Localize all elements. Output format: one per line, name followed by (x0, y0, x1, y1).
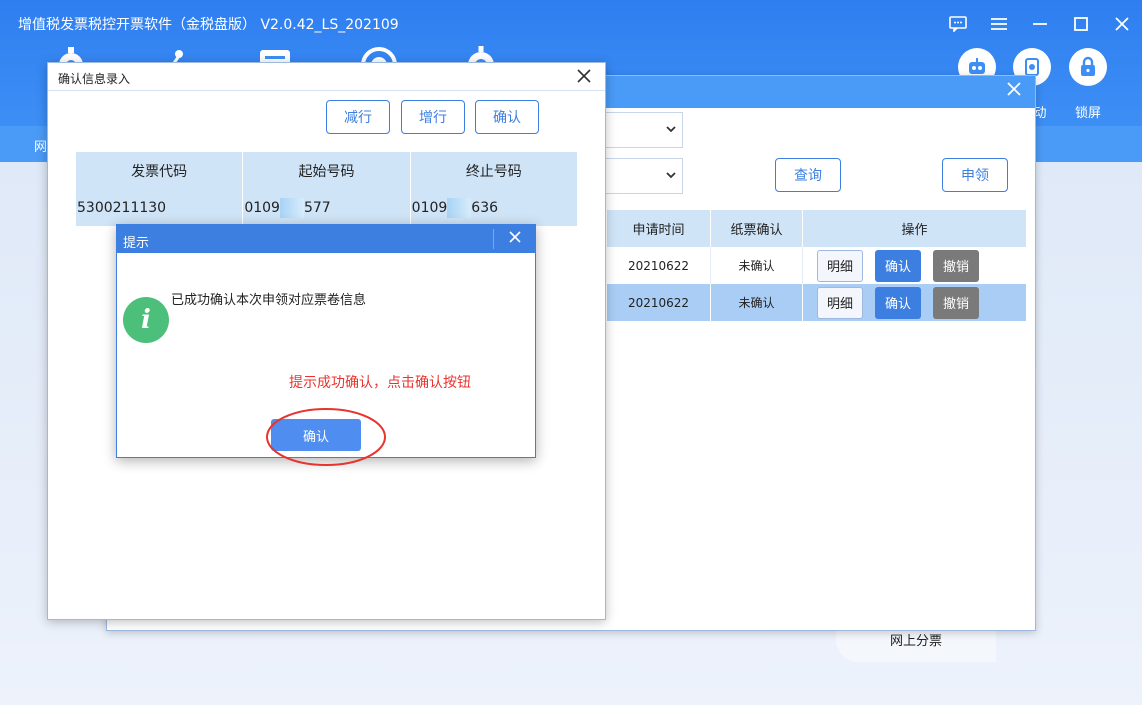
col-apply-time: 申请时间 (607, 210, 711, 247)
remove-row-button[interactable]: 减行 (326, 100, 390, 134)
minimize-icon[interactable] (1019, 6, 1060, 42)
apply-table-header: 申请时间 纸票确认 操作 (607, 210, 1027, 247)
redaction-mask (447, 198, 472, 218)
annotation-text: 提示成功确认，点击确认按钮 (289, 375, 471, 391)
tool-lock[interactable]: 锁屏 (1064, 48, 1112, 121)
annotation-ellipse (266, 408, 386, 466)
detail-button[interactable]: 明细 (817, 249, 863, 282)
end-number-cell: 0109 636 (411, 190, 578, 226)
revoke-button[interactable]: 撤销 (933, 249, 979, 282)
tip-dialog-header: 提示 (117, 225, 535, 253)
table-row[interactable]: 5300211130 0109 577 0109 636 (76, 190, 578, 226)
info-icon: i (123, 297, 169, 343)
row-confirm-button[interactable]: 确认 (875, 286, 921, 319)
col-start-number: 起始号码 (243, 152, 411, 190)
feedback-icon[interactable] (937, 6, 978, 42)
close-icon[interactable] (1101, 6, 1142, 42)
invoice-code-cell: 5300211130 (76, 190, 244, 226)
table-row: 20210622 未确认 明细 确认 撤销 (607, 284, 1027, 321)
invoice-code-value: 5300211130 (77, 200, 167, 216)
end-number-suffix: 636 (471, 200, 499, 216)
tip-message: 已成功确认本次申领对应票卷信息 (171, 293, 367, 308)
add-row-button[interactable]: 增行 (401, 100, 465, 134)
start-number-cell: 0109 577 (243, 190, 411, 226)
chevron-down-icon (666, 169, 676, 184)
row-actions: 明细 确认 撤销 (803, 284, 1027, 321)
detail-button[interactable]: 明细 (817, 286, 863, 319)
menu-icon[interactable] (978, 6, 1019, 42)
revoke-button[interactable]: 撤销 (933, 286, 979, 319)
app-title: 增值税发票税控开票软件（金税盘版） V2.0.42_LS_202109 (18, 17, 399, 33)
maximize-icon[interactable] (1060, 6, 1101, 42)
col-paper-confirm: 纸票确认 (711, 210, 803, 247)
tip-close-icon[interactable] (509, 231, 521, 247)
lock-icon (1069, 48, 1107, 86)
chevron-down-icon (666, 123, 676, 138)
apply-dialog-close-icon[interactable] (1007, 82, 1021, 100)
header-divider (493, 229, 494, 249)
col-invoice-code: 发票代码 (76, 152, 244, 190)
row-date: 20210622 (607, 247, 711, 284)
confirm-info-dialog-header: 确认信息录入 (48, 63, 605, 91)
row-actions: 明细 确认 撤销 (803, 247, 1027, 284)
end-number-prefix: 0109 (411, 200, 448, 216)
redaction-mask (279, 198, 304, 218)
confirm-button[interactable]: 确认 (475, 100, 539, 134)
tool-lock-label: 锁屏 (1074, 106, 1101, 121)
dialog-close-icon[interactable] (577, 69, 591, 87)
col-end-number: 终止号码 (411, 152, 578, 190)
col-actions: 操作 (803, 210, 1027, 247)
filter-select-1[interactable] (605, 112, 683, 148)
row-date: 20210622 (607, 284, 711, 321)
window-controls (937, 6, 1142, 42)
query-button[interactable]: 查询 (775, 158, 841, 192)
invoice-table: 发票代码 起始号码 终止号码 5300211130 0109 577 0109 63… (76, 152, 578, 226)
tip-title: 提示 (123, 236, 150, 251)
start-number-suffix: 577 (303, 200, 331, 216)
dialog-title: 确认信息录入 (58, 72, 131, 86)
side-card-label: 网上分票 (890, 634, 943, 649)
start-number-prefix: 0109 (244, 200, 280, 216)
invoice-table-header: 发票代码 起始号码 终止号码 (76, 152, 578, 190)
row-confirm-button[interactable]: 确认 (875, 249, 921, 282)
row-status: 未确认 (711, 247, 803, 284)
filter-select-2[interactable] (605, 158, 683, 194)
nav-item-first[interactable]: 网 (34, 136, 47, 155)
row-status: 未确认 (711, 284, 803, 321)
table-row: 20210622 未确认 明细 确认 撤销 (607, 247, 1027, 284)
apply-button[interactable]: 申领 (942, 158, 1008, 192)
